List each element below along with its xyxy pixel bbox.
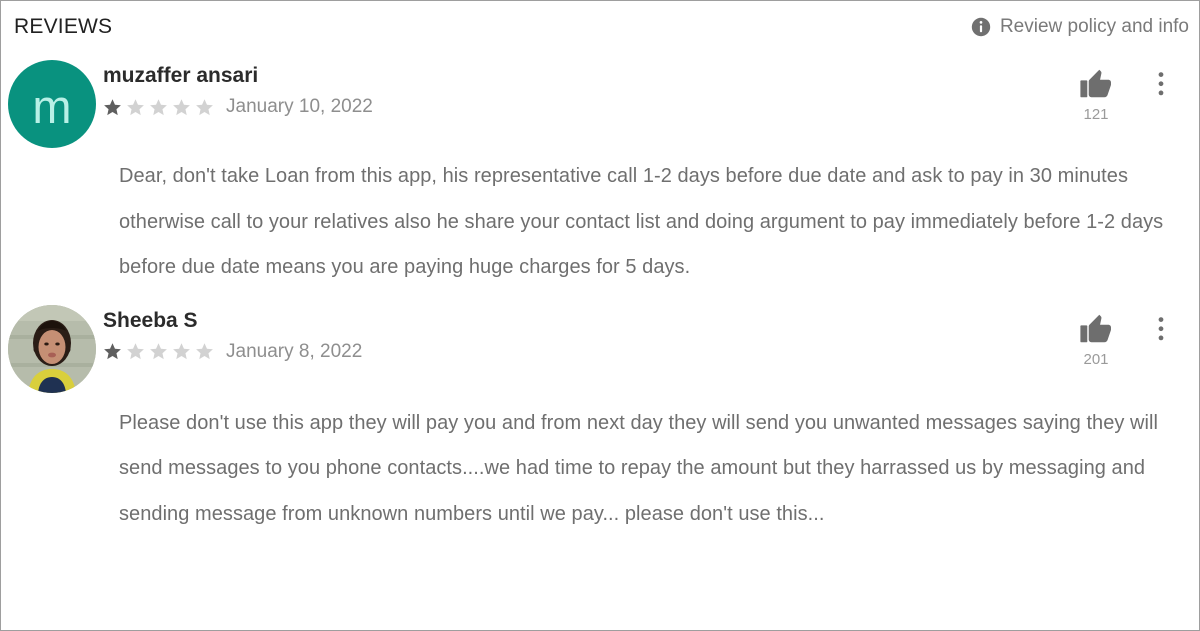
star-empty-icon bbox=[195, 98, 214, 117]
review-list: m muzaffer ansari January 10, 2022 121 Dear,… bbox=[1, 52, 1199, 537]
helpful-count: 201 bbox=[1083, 350, 1109, 368]
review-overflow-menu-button[interactable] bbox=[1133, 311, 1189, 343]
review-actions: 121 bbox=[1059, 52, 1189, 122]
reviewer-name: muzaffer ansari bbox=[103, 64, 259, 87]
star-empty-icon bbox=[149, 342, 168, 361]
avatar-column bbox=[1, 297, 103, 393]
avatar-initial: m bbox=[32, 79, 72, 133]
review-meta: muzaffer ansari January 10, 2022 bbox=[103, 52, 1059, 118]
review-meta: Sheeba S January 8, 2022 bbox=[103, 297, 1059, 363]
review-date: January 8, 2022 bbox=[226, 340, 363, 362]
review-item: Sheeba S January 8, 2022 201 Please don't u… bbox=[1, 297, 1199, 538]
star-empty-icon bbox=[195, 342, 214, 361]
review-header-row: m muzaffer ansari January 10, 2022 121 bbox=[1, 52, 1189, 148]
star-empty-icon bbox=[126, 342, 145, 361]
page-title: REVIEWS bbox=[14, 14, 113, 38]
reviewer-name: Sheeba S bbox=[103, 308, 198, 332]
rating-row: January 8, 2022 bbox=[103, 341, 1059, 363]
review-header-row: Sheeba S January 8, 2022 201 bbox=[1, 297, 1189, 393]
reviews-header: REVIEWS Review policy and info bbox=[1, 1, 1199, 52]
helpful-count: 121 bbox=[1083, 106, 1109, 123]
review-text: Dear, don't take Loan from this app, his… bbox=[119, 165, 1164, 278]
more-vert-icon[interactable] bbox=[1150, 70, 1172, 98]
helpful-button[interactable]: 121 bbox=[1059, 66, 1133, 122]
review-policy-label: Review policy and info bbox=[999, 15, 1189, 37]
review-actions: 201 bbox=[1059, 297, 1189, 367]
rating-row: January 10, 2022 bbox=[103, 96, 1059, 118]
review-text: Please don't use this app they will pay … bbox=[119, 411, 1159, 525]
star-filled-icon bbox=[103, 342, 122, 361]
review-overflow-menu-button[interactable] bbox=[1133, 66, 1189, 98]
star-empty-icon bbox=[172, 342, 191, 361]
review-date: January 10, 2022 bbox=[226, 96, 373, 118]
avatar-column: m bbox=[1, 52, 103, 148]
thumbs-up-icon[interactable] bbox=[1078, 311, 1114, 347]
star-empty-icon bbox=[172, 98, 191, 117]
avatar: m bbox=[8, 60, 96, 148]
avatar bbox=[8, 304, 96, 393]
reviews-panel: REVIEWS Review policy and info m muzaffer… bbox=[0, 0, 1200, 631]
star-empty-icon bbox=[126, 98, 145, 117]
review-item: m muzaffer ansari January 10, 2022 121 Dear,… bbox=[1, 52, 1199, 291]
review-policy-link[interactable]: Review policy and info bbox=[971, 16, 1189, 38]
helpful-button[interactable]: 201 bbox=[1059, 311, 1133, 367]
star-empty-icon bbox=[149, 98, 168, 117]
star-filled-icon bbox=[103, 98, 122, 117]
more-vert-icon[interactable] bbox=[1150, 315, 1172, 343]
star-rating bbox=[103, 98, 214, 117]
info-icon bbox=[971, 17, 991, 37]
thumbs-up-icon[interactable] bbox=[1078, 66, 1114, 102]
star-rating bbox=[103, 342, 214, 361]
